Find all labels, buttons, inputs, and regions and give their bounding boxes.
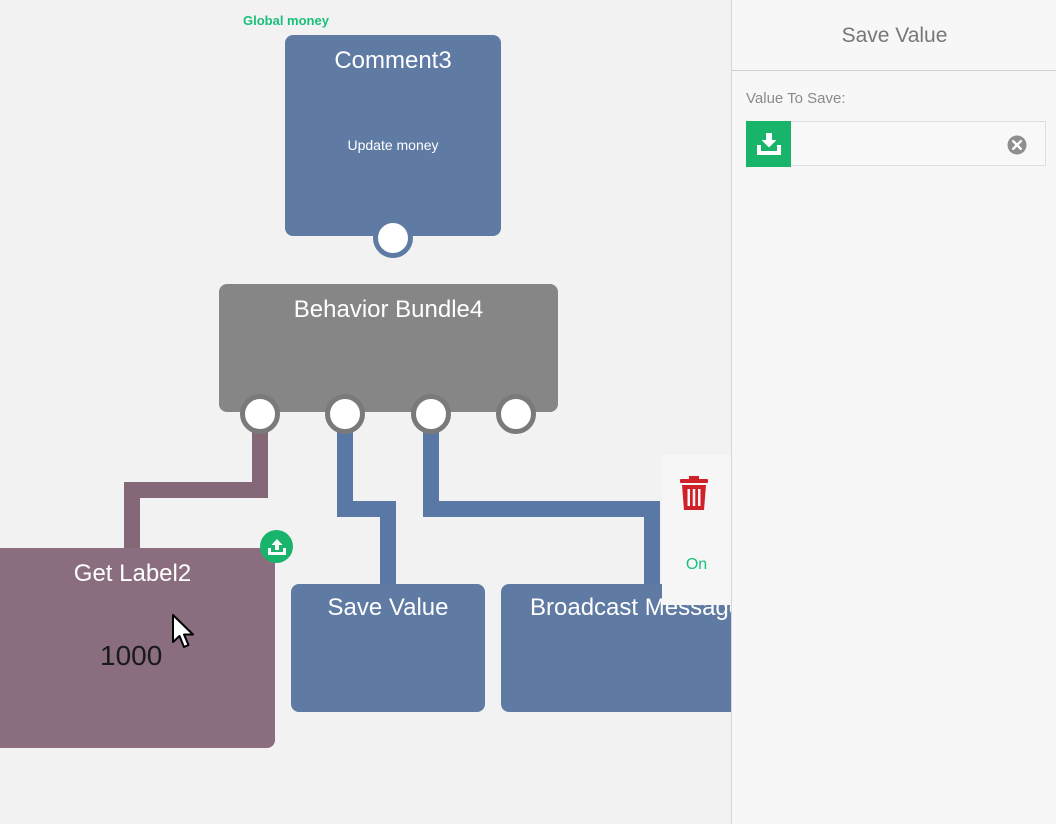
comment-output-port[interactable] (373, 218, 413, 258)
comment-node-text: Update money (347, 137, 439, 153)
bundle-output-port-2[interactable] (325, 394, 365, 434)
get-label-node[interactable]: Get Label2 1000 (0, 548, 275, 748)
node-context-menu: On (662, 455, 731, 605)
comment-node-title: Comment3 (334, 47, 452, 74)
clear-value-button[interactable] (1007, 135, 1027, 155)
value-to-save-field[interactable] (746, 121, 1046, 167)
wire-bundle-to-save-value[interactable] (337, 425, 396, 590)
download-tray-icon (756, 133, 781, 155)
mouse-cursor-icon (172, 614, 196, 655)
bundle-output-port-1[interactable] (240, 394, 280, 434)
behavior-canvas[interactable]: Global money Comment3 Update money Behav… (0, 0, 731, 824)
bundle-output-port-4[interactable] (496, 394, 536, 434)
value-source-button[interactable] (746, 121, 791, 167)
behavior-bundle-node[interactable]: Behavior Bundle4 (219, 284, 558, 434)
properties-panel: Save Value Value To Save: (731, 0, 1056, 824)
value-to-save-label: Value To Save: (746, 90, 846, 107)
wire-bundle-to-get-label[interactable] (124, 425, 268, 550)
delete-button[interactable] (679, 475, 709, 516)
on-toggle[interactable]: On (662, 556, 731, 574)
get-label-node-title: Get Label2 (73, 560, 192, 587)
export-button[interactable] (260, 530, 293, 563)
save-value-node-title: Save Value (327, 594, 449, 621)
bundle-node-title: Behavior Bundle4 (293, 296, 484, 323)
panel-title: Save Value (732, 0, 1056, 71)
upload-tray-icon (267, 538, 286, 555)
comment-node[interactable]: Comment3 Update money (285, 35, 501, 258)
save-value-node[interactable]: Save Value (291, 584, 485, 712)
clear-circle-icon (1007, 135, 1027, 155)
value-to-save-input[interactable] (797, 132, 1001, 158)
get-label-value: 1000 (100, 640, 163, 671)
trash-icon (680, 476, 708, 510)
comment-label: Global money (243, 13, 329, 28)
bundle-output-port-3[interactable] (411, 394, 451, 434)
wire-bundle-to-broadcast[interactable] (423, 425, 660, 590)
